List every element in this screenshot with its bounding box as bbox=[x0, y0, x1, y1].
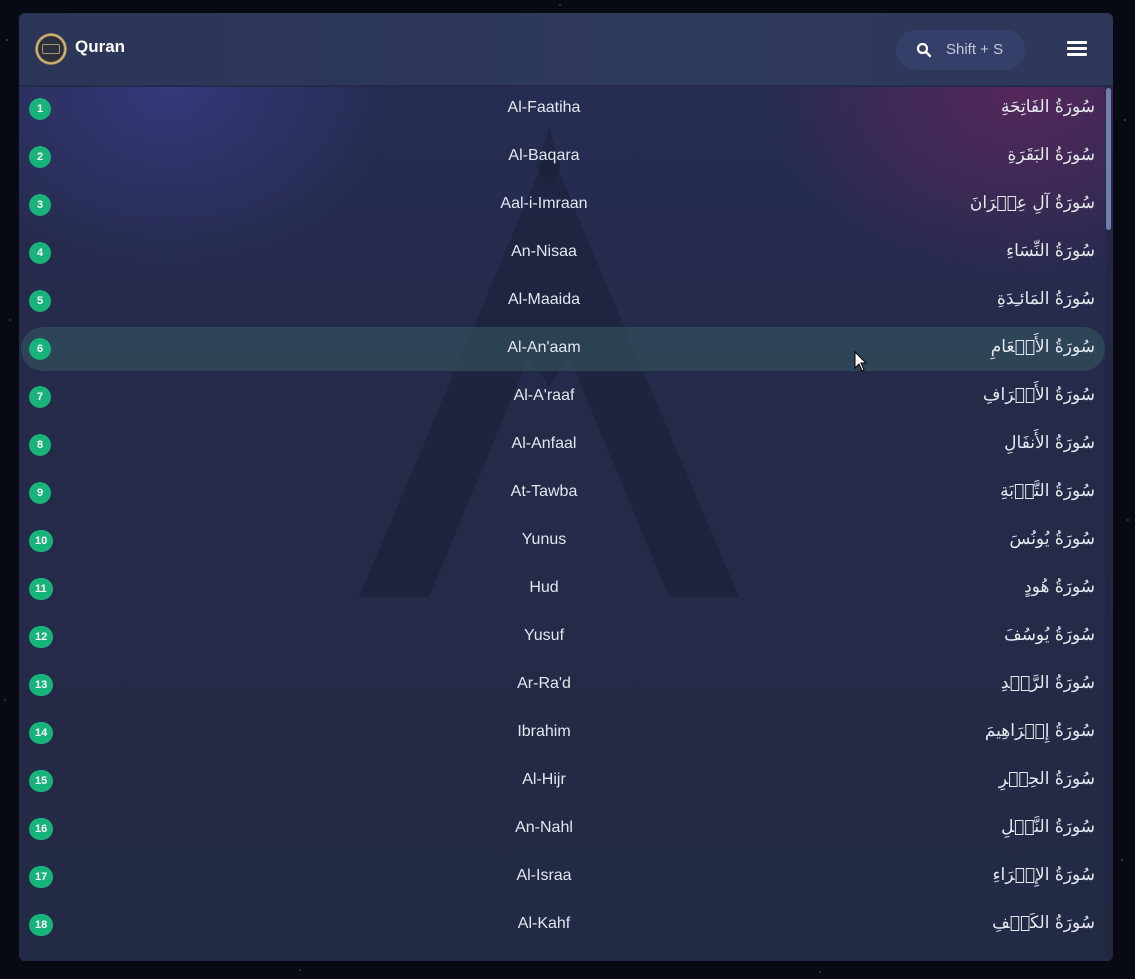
surah-arabic-name: سُورَةُ الإِسۡرَاءِ bbox=[992, 865, 1095, 885]
surah-name: An-Nisaa bbox=[511, 243, 577, 260]
surah-row[interactable]: 6 Al-An'aam سُورَةُ الأَنۡعَامِ bbox=[21, 327, 1105, 371]
surah-name: Al-Anfaal bbox=[511, 435, 577, 452]
surah-name: Al-Maaida bbox=[507, 291, 581, 308]
surah-name: Al-A'raaf bbox=[513, 387, 575, 404]
surah-arabic-name: سُورَةُ الحِجۡرِ bbox=[998, 769, 1095, 789]
surah-row[interactable]: 3 Aal-i-Imraan سُورَةُ آلِ عِمۡرَانَ bbox=[21, 183, 1105, 227]
surah-name: Al-Faatiha bbox=[507, 99, 581, 116]
surah-row[interactable]: 4 An-Nisaa سُورَةُ النِّسَاءِ bbox=[21, 231, 1105, 275]
surah-name: At-Tawba bbox=[510, 483, 578, 500]
surah-name: Al-Kahf bbox=[517, 915, 571, 932]
surah-arabic-name: سُورَةُ الكَهۡفِ bbox=[992, 913, 1095, 933]
surah-list[interactable]: 1 Al-Faatiha سُورَةُ الفَاتِحَةِ 2 Al-Baqara… bbox=[19, 87, 1113, 961]
app-title[interactable]: Quran bbox=[75, 37, 125, 57]
surah-row[interactable]: 14 Ibrahim سُورَةُ إِبۡرَاهِيمَ bbox=[21, 711, 1105, 755]
surah-name: Yusuf bbox=[523, 627, 565, 644]
surah-arabic-name: سُورَةُ التَّوۡبَةِ bbox=[1000, 481, 1095, 501]
surah-arabic-name: سُورَةُ يُوسُفَ bbox=[1004, 625, 1095, 645]
surah-row[interactable]: 2 Al-Baqara سُورَةُ البَقَرَةِ bbox=[21, 135, 1105, 179]
surah-row[interactable]: 17 Al-Israa سُورَةُ الإِسۡرَاءِ bbox=[21, 855, 1105, 899]
surah-row[interactable]: 1 Al-Faatiha سُورَةُ الفَاتِحَةِ bbox=[21, 87, 1105, 131]
surah-row[interactable]: 18 Al-Kahf سُورَةُ الكَهۡفِ bbox=[21, 903, 1105, 947]
surah-name: Yunus bbox=[521, 531, 567, 548]
surah-name: Al-Hijr bbox=[522, 771, 566, 788]
hamburger-menu-icon[interactable] bbox=[1067, 41, 1087, 59]
surah-arabic-name: سُورَةُ النَّحۡلِ bbox=[1001, 817, 1095, 837]
search-button[interactable]: Shift + S bbox=[896, 30, 1025, 70]
search-shortcut-hint: Shift + S bbox=[946, 41, 1004, 58]
surah-row[interactable]: 9 At-Tawba سُورَةُ التَّوۡبَةِ bbox=[21, 471, 1105, 515]
surah-arabic-name: سُورَةُ الرَّعۡدِ bbox=[1000, 673, 1095, 693]
surah-arabic-name: سُورَةُ الفَاتِحَةِ bbox=[1000, 97, 1095, 117]
surah-row[interactable]: 15 Al-Hijr سُورَةُ الحِجۡرِ bbox=[21, 759, 1105, 803]
surah-row[interactable]: 7 Al-A'raaf سُورَةُ الأَعۡرَافِ bbox=[21, 375, 1105, 419]
quran-logo-icon[interactable] bbox=[35, 33, 67, 65]
scrollbar-thumb[interactable] bbox=[1106, 88, 1111, 230]
surah-name: Ar-Ra'd bbox=[517, 675, 571, 692]
surah-arabic-name: سُورَةُ المَائـِدَةِ bbox=[997, 289, 1095, 309]
app-window: Quran Shift + S 1 Al-Faatiha سُورَةُ الفَا… bbox=[19, 13, 1113, 961]
surah-arabic-name: سُورَةُ الأَنفَالِ bbox=[1004, 433, 1095, 453]
mouse-pointer-icon bbox=[854, 351, 868, 372]
scrollbar[interactable] bbox=[1105, 87, 1113, 961]
surah-arabic-name: سُورَةُ النِّسَاءِ bbox=[1006, 241, 1095, 261]
surah-row[interactable]: 12 Yusuf سُورَةُ يُوسُفَ bbox=[21, 615, 1105, 659]
header-bar: Quran Shift + S bbox=[19, 13, 1113, 86]
surah-arabic-name: سُورَةُ آلِ عِمۡرَانَ bbox=[969, 193, 1095, 213]
surah-arabic-name: سُورَةُ الأَعۡرَافِ bbox=[982, 385, 1095, 405]
surah-row[interactable]: 5 Al-Maaida سُورَةُ المَائـِدَةِ bbox=[21, 279, 1105, 323]
surah-arabic-name: سُورَةُ هُودٍ bbox=[1024, 577, 1095, 597]
surah-name: Al-Israa bbox=[516, 867, 572, 884]
surah-row[interactable]: 16 An-Nahl سُورَةُ النَّحۡلِ bbox=[21, 807, 1105, 851]
surah-arabic-name: سُورَةُ البَقَرَةِ bbox=[1007, 145, 1095, 165]
surah-name: An-Nahl bbox=[515, 819, 573, 836]
surah-name: Ibrahim bbox=[517, 723, 571, 740]
surah-row[interactable]: 8 Al-Anfaal سُورَةُ الأَنفَالِ bbox=[21, 423, 1105, 467]
search-icon bbox=[916, 42, 932, 58]
surah-row[interactable]: 13 Ar-Ra'd سُورَةُ الرَّعۡدِ bbox=[21, 663, 1105, 707]
surah-row[interactable]: 11 Hud سُورَةُ هُودٍ bbox=[21, 567, 1105, 611]
surah-name: Al-An'aam bbox=[507, 339, 581, 356]
surah-row[interactable]: 10 Yunus سُورَةُ يُونُسَ bbox=[21, 519, 1105, 563]
surah-name: Hud bbox=[529, 579, 559, 596]
surah-name: Aal-i-Imraan bbox=[500, 195, 588, 212]
surah-arabic-name: سُورَةُ يُونُسَ bbox=[1009, 529, 1095, 549]
surah-arabic-name: سُورَةُ إِبۡرَاهِيمَ bbox=[984, 721, 1095, 741]
surah-name: Al-Baqara bbox=[508, 147, 580, 164]
surah-arabic-name: سُورَةُ الأَنۡعَامِ bbox=[990, 337, 1095, 357]
